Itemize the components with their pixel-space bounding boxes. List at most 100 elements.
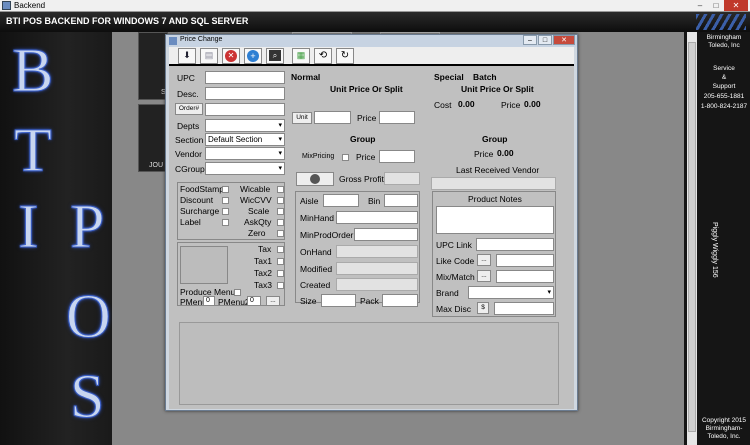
pmenu2-label: PMenu2 [218, 297, 250, 307]
window-controls: – □ ✕ [692, 0, 748, 11]
section-select[interactable]: Default Section [205, 133, 285, 146]
special-heading: Special [434, 72, 464, 82]
app-icon [2, 1, 11, 10]
window-close-button[interactable]: ✕ [724, 0, 748, 11]
dialog-close-button[interactable]: ✕ [553, 35, 575, 45]
tax-label: Tax [258, 244, 272, 254]
cgroup-select[interactable] [205, 162, 285, 175]
like-code-label: Like Code [436, 256, 475, 266]
wiccvv-checkbox[interactable] [277, 197, 284, 204]
label-checkbox[interactable] [222, 219, 229, 226]
wicable-checkbox[interactable] [277, 186, 284, 193]
mix-match-button[interactable]: ... [477, 270, 491, 282]
pmenu-input[interactable]: 0 [203, 296, 215, 306]
dialog-maximize-button[interactable]: □ [538, 35, 552, 45]
modified-input[interactable] [336, 262, 418, 275]
pmenu2-input[interactable]: 0 [247, 296, 261, 306]
gross-profit-input[interactable] [384, 172, 420, 185]
max-disc-input[interactable] [494, 302, 554, 315]
workspace-tile-1[interactable]: S [138, 32, 168, 100]
tax3-checkbox[interactable] [277, 282, 284, 289]
created-input[interactable] [336, 278, 418, 291]
order-number-input[interactable] [205, 103, 285, 116]
window-maximize-button[interactable]: □ [708, 0, 724, 11]
pack-label: Pack [360, 296, 379, 306]
dialog-content: ⬇ ▤ ✕ + ⌕ ▦ ⟲ ↻ UPC Desc. Order# Depts S… [169, 47, 574, 409]
calculator-icon [310, 174, 320, 184]
window-titlebar: Backend – □ ✕ [0, 0, 750, 12]
search-button[interactable]: ⌕ [266, 47, 284, 64]
size-input[interactable] [321, 294, 356, 307]
group-price-input[interactable] [379, 150, 415, 163]
pack-input[interactable] [382, 294, 418, 307]
dialog-title: Price Change [180, 36, 223, 43]
produce-menu-checkbox[interactable] [234, 289, 241, 296]
depts-select[interactable] [205, 119, 285, 132]
mixpricing-checkbox[interactable] [342, 154, 349, 161]
aisle-input[interactable] [323, 194, 359, 207]
delete-button[interactable]: ✕ [222, 47, 240, 64]
surcharge-label: Surcharge [180, 206, 220, 216]
last-received-vendor-input[interactable] [431, 177, 556, 190]
askqty-checkbox[interactable] [277, 219, 284, 226]
product-notes-panel: Product Notes UPC Link Like Code ... Mix… [432, 191, 556, 317]
minhand-label: MinHand [300, 213, 335, 223]
app-header: BTI POS BACKEND FOR WINDOWS 7 AND SQL SE… [0, 12, 750, 32]
price-change-dialog: Price Change – □ ✕ ⬇ ▤ ✕ + ⌕ ▦ ⟲ ↻ UPC D… [165, 34, 578, 411]
bottom-grid-area[interactable] [179, 322, 559, 405]
cgroup-label: CGroup [175, 164, 205, 174]
picture-icon: ▦ [296, 50, 306, 60]
desc-input[interactable] [205, 87, 285, 100]
gross-profit-label: Gross Profit [339, 174, 384, 184]
modified-label: Modified [300, 264, 333, 274]
window-minimize-button[interactable]: – [692, 0, 708, 11]
tax-panel: Tax Tax1 Tax2 Tax3 Produce Menu PMenu 0 … [177, 242, 285, 307]
calculator-button[interactable] [296, 172, 334, 186]
dialog-titlebar: Price Change – □ ✕ [166, 35, 577, 47]
upc-link-input[interactable] [476, 238, 554, 251]
add-button[interactable]: + [244, 47, 262, 64]
service-label: Service [713, 65, 735, 72]
refresh-button[interactable]: ↻ [336, 47, 354, 64]
like-code-button[interactable]: ... [477, 254, 491, 266]
special-price-label: Price [501, 100, 521, 110]
scale-checkbox[interactable] [277, 208, 284, 215]
history-button[interactable]: ⟲ [314, 47, 332, 64]
workspace-tile-2[interactable]: JOU [138, 104, 168, 172]
picture-button[interactable]: ▦ [292, 47, 310, 64]
dialog-icon [169, 37, 177, 45]
max-disc-dollar-button[interactable]: $ [477, 302, 489, 314]
brand-select[interactable] [468, 286, 554, 299]
right-scrollbar-thumb[interactable] [688, 42, 696, 432]
dialog-minimize-button[interactable]: – [523, 35, 537, 45]
brand-letter-p: P [69, 193, 105, 262]
grid-button[interactable]: ▤ [200, 47, 218, 64]
like-code-input[interactable] [496, 254, 554, 267]
product-notes-heading: Product Notes [468, 194, 522, 204]
product-notes-textarea[interactable] [436, 206, 554, 234]
tax1-checkbox[interactable] [277, 258, 284, 265]
mix-match-input[interactable] [496, 270, 554, 283]
right-scrollbar[interactable] [687, 32, 697, 445]
bin-input[interactable] [384, 194, 418, 207]
discount-checkbox[interactable] [222, 197, 229, 204]
tax2-checkbox[interactable] [277, 270, 284, 277]
unit-input[interactable] [314, 111, 351, 124]
zero-checkbox[interactable] [277, 230, 284, 237]
export-button[interactable]: ⬇ [178, 47, 196, 64]
unit-button[interactable]: Unit [292, 112, 312, 124]
onhand-input[interactable] [336, 245, 418, 258]
minhand-input[interactable] [336, 211, 418, 224]
search-icon: ⌕ [269, 50, 281, 61]
tax-checkbox[interactable] [277, 246, 284, 253]
surcharge-checkbox[interactable] [222, 208, 229, 215]
vendor-select[interactable] [205, 147, 285, 160]
label-label: Label [180, 217, 201, 227]
amp-label: & [721, 74, 727, 81]
pmenu-more-button[interactable]: ... [266, 296, 280, 306]
order-number-button[interactable]: Order# [175, 103, 203, 115]
upc-input[interactable] [205, 71, 285, 84]
minprodorder-input[interactable] [354, 228, 418, 241]
foodstamp-checkbox[interactable] [222, 186, 229, 193]
price-input[interactable] [379, 111, 415, 124]
